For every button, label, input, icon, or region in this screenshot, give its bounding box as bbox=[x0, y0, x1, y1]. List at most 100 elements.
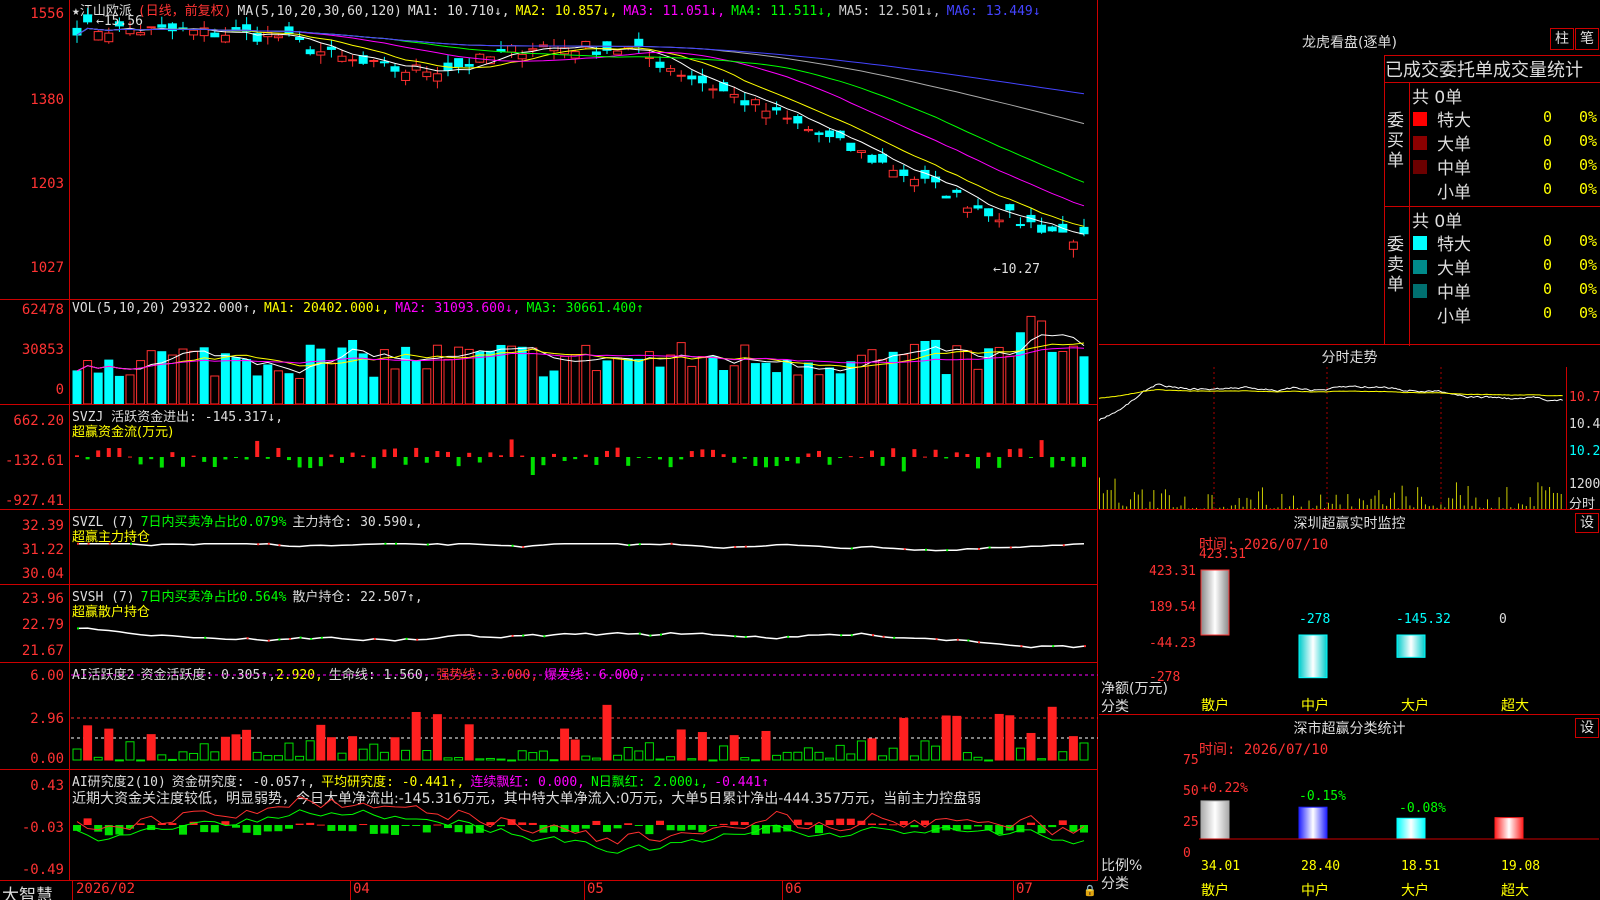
research-bar bbox=[412, 825, 421, 826]
volume-bar bbox=[528, 347, 538, 404]
fund-flow-bar bbox=[477, 457, 482, 463]
holding-dot bbox=[511, 544, 514, 547]
ai2-chart-svg[interactable] bbox=[71, 770, 1098, 880]
tab-tick-mode[interactable]: 笔 bbox=[1575, 28, 1599, 50]
svzl-panel[interactable]: 32.39 31.22 30.04 SVZL (7) 7日内买卖净占比0.079%… bbox=[0, 510, 1098, 585]
main-chart-area[interactable]: 1556 1380 1203 1027 ★江山欧派 (日线，前复权) MA(5,10… bbox=[0, 0, 1098, 880]
holding-dot bbox=[373, 637, 376, 640]
research-bar bbox=[846, 818, 855, 825]
svzj-bars-svg[interactable] bbox=[71, 405, 1098, 510]
fund-flow-bar bbox=[1039, 440, 1044, 457]
research-bar bbox=[1048, 825, 1057, 828]
holding-dot bbox=[882, 635, 885, 638]
intraday-vol-bar bbox=[1149, 501, 1151, 509]
classify-settings-button[interactable]: 设 bbox=[1575, 718, 1599, 738]
intraday-section[interactable]: 分时走势 10.72 10.49 10.26 1200 分时 bbox=[1099, 345, 1600, 512]
research-bar bbox=[306, 822, 315, 825]
classify-y-label: 50 bbox=[1183, 784, 1199, 799]
realtime-monitor-section[interactable]: 深圳超赢实时监控 设 时间: 2026/07/10 423.31 189.54 … bbox=[1099, 510, 1600, 715]
holding-line bbox=[76, 627, 1085, 649]
monitor-settings-button[interactable]: 设 bbox=[1575, 513, 1599, 533]
fund-flow-bar bbox=[255, 440, 260, 457]
volume-bars-svg[interactable] bbox=[71, 300, 1098, 405]
volume-bar bbox=[761, 362, 771, 404]
intraday-vol-bar bbox=[1110, 490, 1112, 509]
activity-bar bbox=[549, 759, 559, 762]
volume-bar bbox=[867, 349, 877, 404]
intraday-vol-bar bbox=[1444, 507, 1446, 509]
activity-bar bbox=[708, 759, 718, 762]
intraday-chart-svg[interactable] bbox=[1099, 367, 1566, 509]
holding-dot bbox=[108, 542, 111, 545]
ai1-bars-svg[interactable] bbox=[71, 663, 1098, 770]
svsh-line-svg[interactable] bbox=[71, 585, 1098, 663]
volume-bar bbox=[72, 370, 82, 404]
price-y-axis: 1556 1380 1203 1027 bbox=[0, 0, 70, 299]
intraday-vol-bar bbox=[1490, 507, 1492, 509]
volume-panel[interactable]: 62478 30853 0 VOL(5,10,20) 29322.000↑, MA1… bbox=[0, 300, 1098, 405]
activity-bar bbox=[1037, 758, 1047, 761]
holding-dot bbox=[893, 636, 896, 639]
price-candles-svg[interactable] bbox=[71, 0, 1098, 300]
activity-bar bbox=[199, 743, 209, 761]
research-bar bbox=[740, 822, 749, 825]
buy-l-swatch bbox=[1413, 136, 1427, 150]
intraday-vol-bar bbox=[1289, 506, 1291, 509]
activity-bar bbox=[93, 756, 103, 761]
intraday-vol-bar bbox=[1378, 490, 1380, 509]
holding-dot bbox=[744, 635, 747, 638]
tab-bar-mode[interactable]: 柱 bbox=[1550, 28, 1574, 50]
intraday-vol-bar bbox=[1320, 494, 1322, 509]
intraday-vol-bar bbox=[1401, 485, 1403, 509]
candle-body bbox=[591, 51, 601, 55]
svzj-panel[interactable]: 662.20 -132.61 -927.41 SVZJ 活跃资金进出: -145… bbox=[0, 405, 1098, 510]
fund-flow-bar bbox=[552, 453, 556, 457]
candle-body bbox=[454, 58, 464, 68]
activity-bar bbox=[825, 757, 835, 761]
intraday-vol-bar bbox=[1374, 495, 1376, 509]
ai-research-panel[interactable]: 0.43 -0.03 -0.49 AI研究度2(10) 资金研究度: -0.057… bbox=[0, 770, 1098, 880]
volume-bar bbox=[231, 357, 241, 404]
lock-icon[interactable]: 🔒 bbox=[1083, 884, 1097, 897]
classify-bar bbox=[1494, 817, 1524, 840]
svzl-line-svg[interactable] bbox=[71, 510, 1098, 585]
candle-body bbox=[93, 31, 103, 41]
ai-activity-panel[interactable]: 6.00 2.96 0.00 AI活跃度2 资金活跃度: 0.305↑,2.920… bbox=[0, 663, 1098, 770]
volume-bar bbox=[242, 359, 252, 404]
intraday-vol-bar bbox=[1130, 499, 1132, 509]
fund-flow-bar bbox=[1071, 457, 1076, 467]
svsh-panel[interactable]: 23.96 22.79 21.67 SVSH (7) 7日内买卖净占比0.564%… bbox=[0, 585, 1098, 663]
fund-flow-bar bbox=[128, 456, 132, 458]
holding-dot bbox=[734, 635, 737, 638]
fund-flow-bar bbox=[986, 452, 991, 457]
volume-bar bbox=[697, 356, 707, 404]
activity-bar bbox=[517, 750, 527, 761]
monitor-cat: 散户 bbox=[1201, 698, 1229, 714]
fund-flow-bar bbox=[361, 455, 366, 457]
activity-bar bbox=[507, 759, 517, 762]
volume-bar bbox=[560, 355, 570, 404]
research-bar bbox=[656, 820, 664, 825]
volume-bar bbox=[634, 358, 644, 404]
research-bar bbox=[433, 824, 442, 826]
fund-flow-bar bbox=[435, 451, 440, 457]
research-bar bbox=[995, 825, 1004, 835]
holding-dot bbox=[660, 633, 662, 636]
ma-line bbox=[76, 27, 1085, 125]
svzl-y-axis: 32.39 31.22 30.04 bbox=[0, 510, 70, 584]
fund-flow-bar bbox=[414, 447, 419, 457]
holding-dot bbox=[946, 549, 949, 552]
volume-bar bbox=[146, 350, 156, 404]
ai2-y-axis: 0.43 -0.03 -0.49 bbox=[0, 770, 70, 880]
candle-body bbox=[644, 56, 654, 60]
activity-bar bbox=[464, 724, 474, 761]
activity-bar bbox=[379, 751, 389, 761]
buy-xl-swatch bbox=[1413, 112, 1427, 126]
volume-bar bbox=[931, 339, 941, 404]
fund-flow-bar bbox=[859, 456, 864, 458]
ai2-y-label: -0.03 bbox=[21, 820, 64, 836]
candle-body bbox=[666, 68, 676, 72]
classify-section[interactable]: 深市超赢分类统计 设 时间: 2026/07/10 75 50 25 0 比例%… bbox=[1099, 715, 1600, 900]
svzl-y-label: 30.04 bbox=[21, 566, 64, 582]
price-panel[interactable]: 1556 1380 1203 1027 ★江山欧派 (日线，前复权) MA(5,10… bbox=[0, 0, 1098, 300]
